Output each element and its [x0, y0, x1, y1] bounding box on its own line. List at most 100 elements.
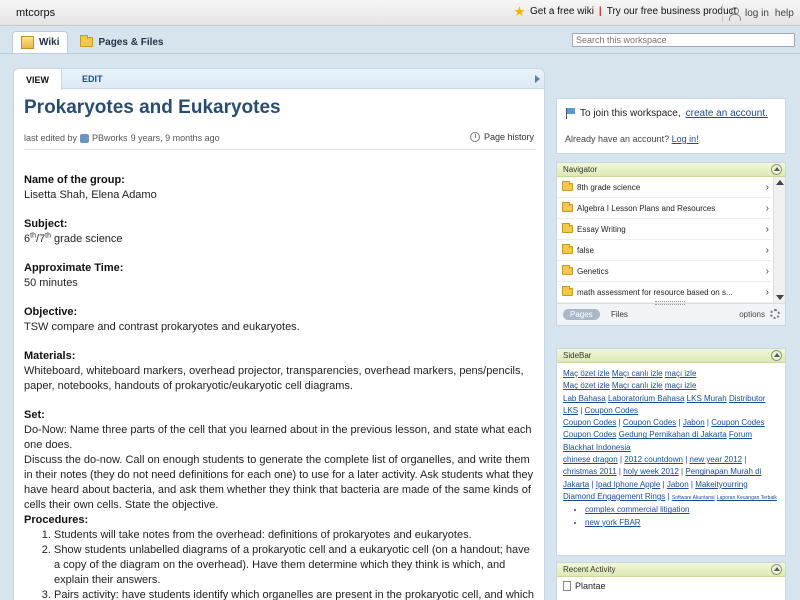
- link-separator: |: [618, 418, 621, 428]
- sidebar-link[interactable]: LKS Murah: [687, 394, 727, 403]
- sidebar-link[interactable]: Maç özet izle: [563, 369, 610, 378]
- sidebar-link[interactable]: christmas 2011: [563, 467, 617, 476]
- login-link-sidebar[interactable]: Log in!: [672, 134, 699, 144]
- workspace-name[interactable]: mtcorps: [16, 7, 55, 19]
- sidebar-link[interactable]: Maçı canlı izle: [612, 381, 663, 390]
- sidebar-link[interactable]: Coupon Codes: [585, 406, 638, 415]
- sidebar-link[interactable]: Laboratorium Bahasa: [608, 394, 685, 403]
- meta-author[interactable]: PBworks: [92, 133, 128, 143]
- get-free-wiki-link[interactable]: Get a free wiki: [530, 6, 594, 17]
- link-row: christmas 2011 | holy week 2012 | Pengin…: [563, 466, 779, 504]
- link-separator: |: [619, 455, 623, 465]
- top-bar: mtcorps Get a free wiki | Try our free b…: [0, 0, 800, 26]
- section-time: Approximate Time: 50 minutes: [24, 261, 536, 291]
- sidebar-link[interactable]: Lab Bahasa: [563, 394, 606, 403]
- sidebar-link[interactable]: Jabon: [683, 418, 705, 427]
- list-item[interactable]: Algebra I Lesson Plans and Resources ›: [557, 198, 772, 219]
- files-toggle[interactable]: Files: [611, 310, 628, 319]
- sidebar-link[interactable]: Maç özet izle: [563, 381, 610, 390]
- page-history-link[interactable]: Page history: [469, 132, 534, 142]
- search-input[interactable]: [572, 33, 795, 47]
- grade-rest: grade science: [51, 233, 123, 245]
- tab-wiki[interactable]: Wiki: [12, 31, 69, 53]
- navigator-box: Navigator 8th grade science › Algebra I L…: [556, 162, 786, 326]
- nav-item-label: Genetics: [577, 266, 609, 276]
- section-text: Lisetta Shah, Elena Adamo: [24, 189, 157, 201]
- scroll-up-icon[interactable]: [776, 180, 784, 185]
- sidebar-link[interactable]: Coupon Codes: [563, 418, 616, 427]
- folder-icon: [562, 244, 573, 254]
- nav-item-label: false: [577, 245, 594, 255]
- sidebar-link[interactable]: Coupon Codes: [711, 418, 764, 427]
- sidebar-link[interactable]: Coupon Codes: [563, 430, 616, 439]
- list-item[interactable]: false ›: [557, 240, 772, 261]
- sidebar-title: SideBar: [563, 351, 592, 360]
- grade-seven: /7: [35, 233, 46, 245]
- page-title: Prokaryotes and Eukaryotes: [24, 97, 281, 118]
- pbworks-user-icon: [80, 133, 90, 143]
- pages-toggle[interactable]: Pages: [563, 309, 600, 320]
- clock-icon: [469, 132, 480, 142]
- list-item[interactable]: Plantae: [563, 581, 779, 591]
- link-row: Maç özet izle Maçı canlı izle maçı izle: [563, 380, 779, 392]
- section-text: 6th/7th grade science: [24, 232, 536, 247]
- sidebar-link[interactable]: Jabon: [667, 480, 689, 489]
- list-item: complex commercial litigation: [585, 504, 779, 516]
- sidebar-link[interactable]: new year 2012: [690, 455, 742, 464]
- wiki-icon: [21, 36, 34, 49]
- sidebar-link[interactable]: Gedung Pernikahan di Jakarta: [619, 430, 727, 439]
- user-icon: [729, 6, 741, 21]
- options-link[interactable]: options: [739, 310, 765, 319]
- resize-handle[interactable]: [655, 301, 685, 305]
- navigator-scrollbar[interactable]: [773, 177, 785, 303]
- folder-icon: [562, 286, 573, 296]
- list-item: Show students unlabelled diagrams of a p…: [54, 543, 536, 588]
- link-separator: |: [618, 467, 621, 477]
- scroll-down-icon[interactable]: [776, 295, 784, 300]
- section-group: Name of the group: Lisetta Shah, Elena A…: [24, 173, 536, 203]
- account-question: Already have an account?: [565, 134, 670, 144]
- sidebar-link[interactable]: chinese dragon: [563, 455, 618, 464]
- collapse-icon[interactable]: [771, 564, 782, 575]
- section-heading: Set:: [24, 409, 45, 421]
- section-heading: Approximate Time:: [24, 262, 124, 274]
- section-heading: Subject:: [24, 218, 68, 230]
- tab-view[interactable]: VIEW: [14, 69, 62, 90]
- sidebar-link[interactable]: holy week 2012: [623, 467, 679, 476]
- collapse-icon[interactable]: [771, 350, 782, 361]
- sidebar-link[interactable]: Software Akuntansi: [672, 495, 715, 501]
- link-row: Lab Bahasa Laboratorium Bahasa LKS Murah…: [563, 393, 779, 418]
- list-item[interactable]: Genetics ›: [557, 261, 772, 282]
- nav-item-label: 8th grade science: [577, 182, 641, 192]
- sidebar-link[interactable]: maçı izle: [665, 381, 697, 390]
- sidebar-link[interactable]: new york FBAR: [585, 518, 641, 527]
- list-item[interactable]: 8th grade science ›: [557, 177, 772, 198]
- list-item[interactable]: Essay Writing ›: [557, 219, 772, 240]
- sidebar-link[interactable]: Coupon Codes: [623, 418, 676, 427]
- link-separator: |: [744, 455, 747, 465]
- sidebar-link[interactable]: maçı izle: [665, 369, 697, 378]
- promo-links: Get a free wiki | Try our free business …: [514, 6, 736, 17]
- login-link[interactable]: log in: [745, 8, 769, 19]
- help-link[interactable]: help: [775, 8, 794, 19]
- sidebar-link[interactable]: Ipad Iphone Apple: [596, 480, 661, 489]
- gear-icon[interactable]: [770, 309, 780, 319]
- page-content: Name of the group: Lisetta Shah, Elena A…: [24, 173, 536, 600]
- sidebar-link[interactable]: Laporan Keuangan Terbaik: [717, 495, 777, 501]
- sidebar-link[interactable]: complex commercial litigation: [585, 505, 689, 514]
- tab-edit[interactable]: EDIT: [82, 69, 103, 89]
- list-item[interactable]: math assessment for resource based on s.…: [557, 282, 772, 303]
- create-account-link[interactable]: create an account.: [686, 108, 768, 119]
- sidebar-link[interactable]: 2012 countdown: [624, 455, 683, 464]
- tab-pages-files[interactable]: Pages & Files: [72, 31, 171, 53]
- activity-list: Plantae: [557, 577, 785, 595]
- section-heading: Materials:: [24, 350, 76, 362]
- view-edit-bar: VIEW EDIT: [14, 69, 544, 90]
- section-text: 50 minutes: [24, 277, 78, 289]
- collapse-icon[interactable]: [771, 164, 782, 175]
- sidebar-link[interactable]: Maçı canlı izle: [612, 369, 663, 378]
- tab-pages-label: Pages & Files: [98, 36, 164, 48]
- expand-arrow-icon[interactable]: [535, 75, 540, 83]
- chevron-right-icon: ›: [765, 203, 769, 214]
- business-product-link[interactable]: Try our free business product: [607, 6, 737, 17]
